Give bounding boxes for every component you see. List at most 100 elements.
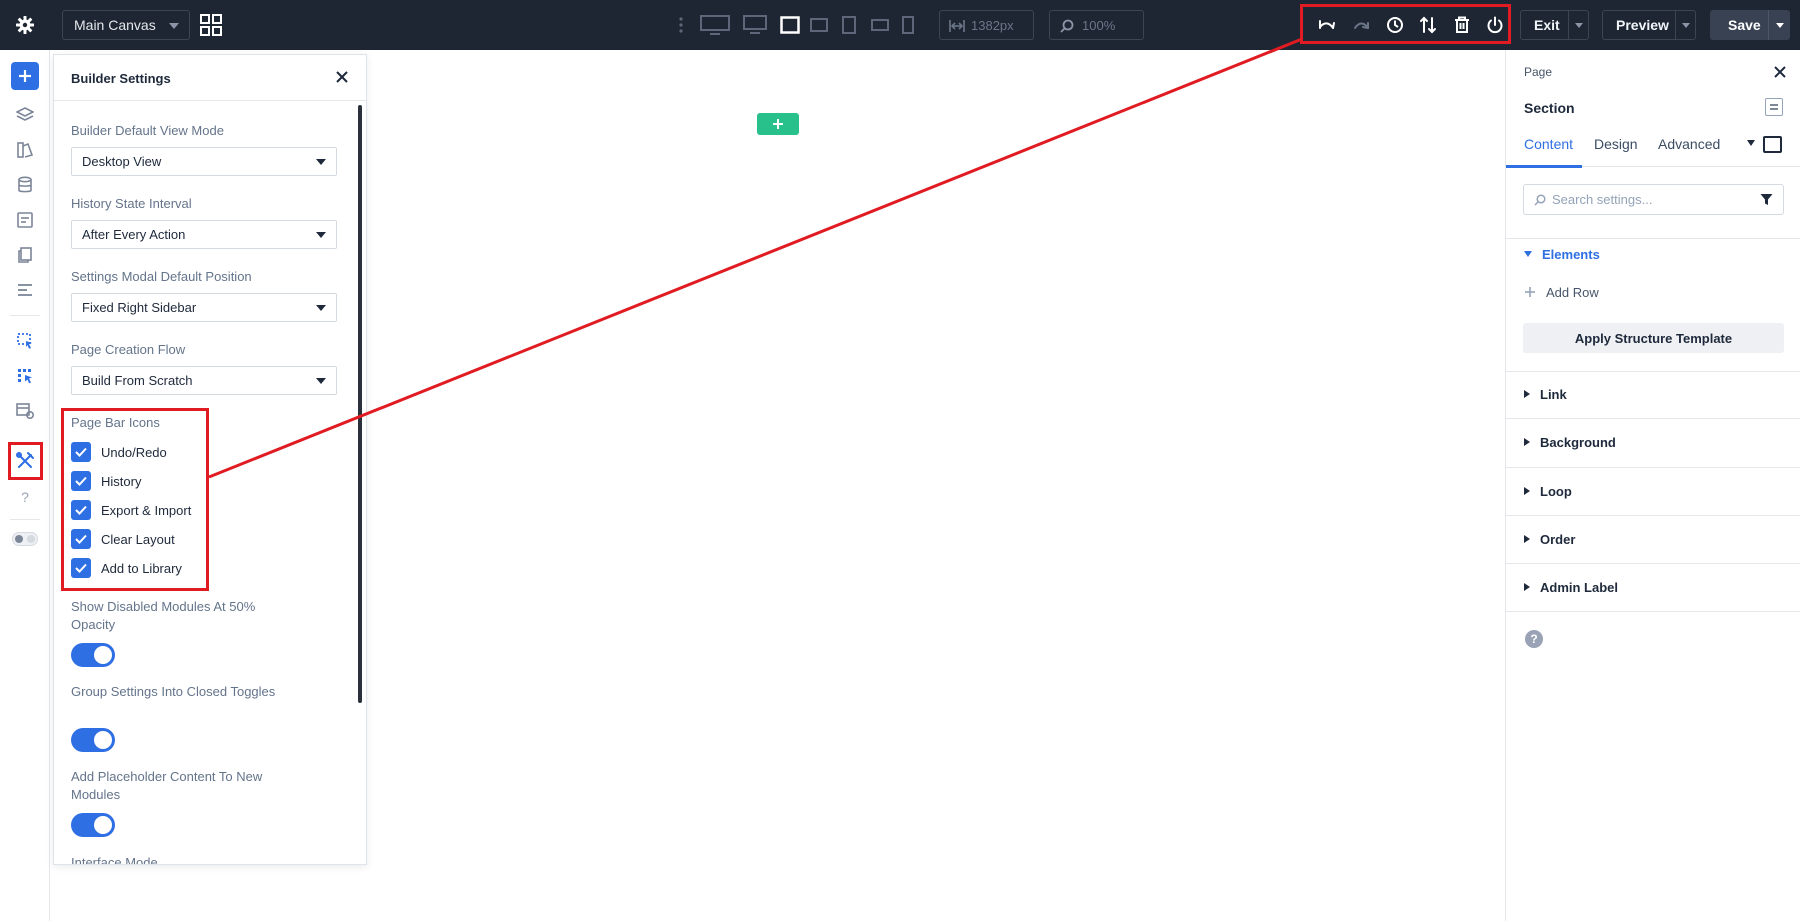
help-circle-icon[interactable]: ? (1525, 630, 1543, 648)
help-question-icon[interactable]: ? (13, 485, 37, 509)
page-bar-checkboxes-highlight (61, 408, 209, 591)
canvas-select-value: Main Canvas (74, 17, 156, 33)
settings-gear-icon[interactable] (12, 12, 38, 38)
add-row-button[interactable]: Add Row (1524, 282, 1599, 302)
disabled-modules-opacity-label: Show Disabled Modules At 50% Opacity (71, 599, 256, 632)
closed-toggles-toggle[interactable] (71, 728, 115, 752)
add-row-label: Add Row (1546, 284, 1599, 300)
laptop-view-icon[interactable] (779, 12, 801, 38)
search-placeholder: Search settings... (1552, 192, 1653, 207)
add-section-button[interactable] (757, 113, 799, 135)
layers-icon[interactable] (13, 103, 37, 127)
save-menu-caret[interactable] (1768, 10, 1790, 40)
exit-menu-caret[interactable] (1568, 11, 1588, 39)
theme-templates-icon[interactable] (13, 364, 37, 388)
group-elements[interactable]: Elements (1524, 244, 1600, 264)
help-question-mark: ? (21, 489, 29, 505)
group-label: Background (1540, 434, 1616, 450)
history-interval-select[interactable]: After Every Action (71, 220, 337, 249)
placeholder-content-toggle[interactable] (71, 813, 115, 837)
close-icon[interactable] (332, 67, 352, 87)
builder-settings-highlight (8, 442, 43, 480)
tab-design[interactable]: Design (1594, 135, 1638, 167)
layout-grid-icon[interactable] (200, 14, 222, 36)
phone-portrait-icon[interactable] (902, 12, 914, 38)
view-mode-label: Builder Default View Mode (71, 123, 224, 138)
chevron-down-icon (169, 23, 179, 29)
chevron-down-icon[interactable] (1747, 140, 1755, 146)
chevron-down-icon (1681, 22, 1690, 28)
group-background[interactable]: Background (1524, 432, 1616, 452)
plus-icon (773, 119, 783, 129)
disabled-modules-opacity-toggle[interactable] (71, 643, 115, 667)
tablet-landscape-icon[interactable] (810, 12, 828, 38)
canvas-select[interactable]: Main Canvas (62, 10, 190, 40)
design-library-icon[interactable] (13, 138, 37, 162)
filter-icon[interactable] (1760, 193, 1773, 206)
page-settings-view-icon[interactable] (13, 399, 37, 423)
database-icon[interactable] (13, 173, 37, 197)
pages-copy-icon[interactable] (13, 243, 37, 267)
chevron-down-icon (1775, 22, 1784, 28)
canvas-width-field[interactable]: 1382px (939, 10, 1034, 40)
more-vertical-icon[interactable] (675, 12, 687, 38)
apply-structure-template-button[interactable]: Apply Structure Template (1523, 323, 1784, 353)
page-creation-value: Build From Scratch (82, 373, 193, 388)
panel-scrollbar[interactable] (358, 105, 362, 703)
desktop-view-icon[interactable] (742, 12, 768, 38)
wireframe-mode-toggle[interactable] (11, 527, 39, 551)
plus-icon (19, 70, 31, 82)
exit-button[interactable]: Exit (1520, 10, 1589, 40)
preview-menu-caret[interactable] (1675, 11, 1695, 39)
group-label: Order (1540, 531, 1576, 547)
group-link[interactable]: Link (1524, 384, 1567, 404)
view-mode-select[interactable]: Desktop View (71, 147, 337, 176)
view-mode-value: Desktop View (82, 154, 162, 169)
zoom-field[interactable]: 100% (1049, 10, 1144, 40)
preview-button[interactable]: Preview (1602, 10, 1696, 40)
tab-advanced[interactable]: Advanced (1658, 135, 1720, 167)
history-interval-label: History State Interval (71, 196, 192, 211)
page-structure-icon[interactable] (13, 278, 37, 302)
divider (1506, 563, 1800, 564)
close-icon[interactable] (1770, 62, 1790, 82)
forms-icon[interactable] (13, 208, 37, 232)
group-loop[interactable]: Loop (1524, 481, 1572, 501)
closed-toggles-label: Group Settings Into Closed Toggles (71, 684, 276, 699)
settings-search-input[interactable]: Search settings... (1523, 184, 1784, 215)
plus-icon (1525, 287, 1535, 297)
group-order[interactable]: Order (1524, 529, 1575, 549)
breadcrumb[interactable]: Page (1524, 65, 1552, 79)
save-label: Save (1728, 17, 1761, 33)
phone-landscape-icon[interactable] (871, 12, 889, 38)
chevron-down-icon (316, 378, 326, 384)
preset-switch-icon[interactable] (1765, 98, 1783, 116)
state-view-icon[interactable] (1763, 136, 1782, 153)
chevron-down-icon (316, 305, 326, 311)
save-button[interactable]: Save (1710, 10, 1790, 40)
modal-position-select[interactable]: Fixed Right Sidebar (71, 293, 337, 322)
settings-tabs: Content Design Advanced (1506, 135, 1800, 168)
add-element-button[interactable] (11, 62, 39, 90)
preview-label: Preview (1616, 17, 1669, 33)
divider (1506, 515, 1800, 516)
page-creation-select[interactable]: Build From Scratch (71, 366, 337, 395)
chevron-down-icon (316, 232, 326, 238)
page-creation-label: Page Creation Flow (71, 342, 186, 357)
left-rail: ? (0, 50, 50, 921)
settings-title: Section (1524, 100, 1575, 116)
tablet-portrait-icon[interactable] (842, 12, 856, 38)
tab-content[interactable]: Content (1524, 135, 1573, 167)
modal-position-value: Fixed Right Sidebar (82, 300, 197, 315)
placeholder-content-label: Add Placeholder Content To New Modules (71, 769, 263, 802)
rail-divider (10, 315, 40, 316)
theme-builder-icon[interactable] (13, 329, 37, 353)
widescreen-view-icon[interactable] (699, 12, 731, 38)
group-label: Admin Label (1540, 579, 1619, 595)
divider (1506, 467, 1800, 468)
caret-right-icon (1524, 535, 1530, 543)
group-label: Elements (1542, 246, 1600, 262)
zoom-value: 100% (1082, 17, 1116, 33)
group-admin-label[interactable]: Admin Label (1524, 577, 1618, 597)
caret-right-icon (1524, 583, 1530, 591)
